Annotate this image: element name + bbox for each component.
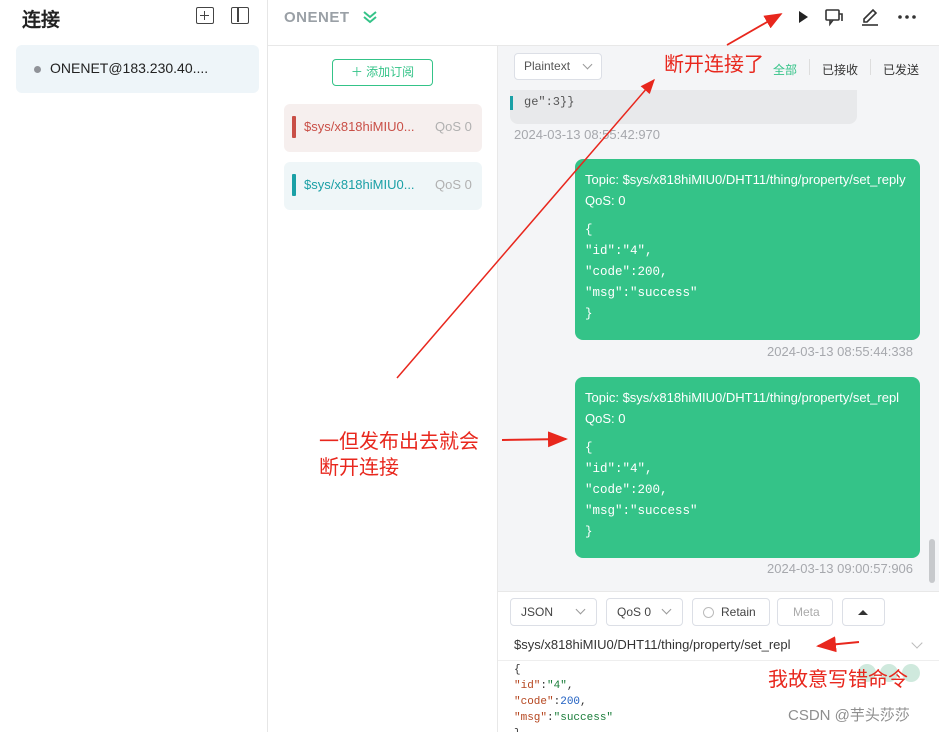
- filter-divider: [809, 59, 810, 75]
- payload-format-select[interactable]: JSON: [510, 598, 597, 626]
- message-timestamp: 2024-03-13 09:00:57:906: [767, 561, 914, 576]
- payload-line: }: [514, 728, 521, 732]
- sent-message-payload: { "id":"4", "code":200, "msg":"success" …: [585, 441, 698, 539]
- connection-item[interactable]: ONENET@183.230.40....: [16, 45, 259, 93]
- sidebar-header: 连接: [0, 0, 268, 34]
- chevron-down-icon[interactable]: [911, 637, 923, 649]
- subscription-color-bar: [292, 116, 296, 138]
- sent-message: Topic: $sys/x818hiMIU0/DHT11/thing/prope…: [575, 159, 920, 340]
- format-select[interactable]: Plaintext: [514, 53, 602, 80]
- chevron-down-icon: [582, 59, 593, 70]
- subscription-item[interactable]: $sys/x818hiMIU0... QoS 0: [284, 104, 482, 152]
- payload-format-value: JSON: [521, 605, 554, 619]
- watermark: CSDN @芋头莎莎: [788, 707, 910, 724]
- subscription-color-bar: [292, 174, 296, 196]
- publish-topic-input[interactable]: $sys/x818hiMIU0/DHT11/thing/property/set…: [514, 637, 791, 652]
- annotation-wrong-command: 我故意写错命令: [768, 669, 908, 691]
- connection-title: ONENET: [284, 9, 350, 26]
- received-payload: ge":3}}: [524, 95, 575, 109]
- sent-message-topic: Topic: $sys/x818hiMIU0/DHT11/thing/prope…: [585, 172, 906, 208]
- filter-sent-tab[interactable]: 已发送: [883, 61, 919, 78]
- message-scrollbar[interactable]: [929, 539, 935, 583]
- meta-label: Meta: [793, 605, 820, 619]
- subscription-topic: $sys/x818hiMIU0...: [304, 119, 415, 134]
- add-subscription-label: 添加订阅: [366, 65, 415, 79]
- chevron-down-icon: [575, 604, 586, 615]
- add-connection-icon[interactable]: [196, 7, 214, 24]
- play-icon[interactable]: [792, 6, 814, 28]
- payload-key: "msg": [514, 712, 548, 724]
- chevrons-down-icon[interactable]: [362, 9, 378, 25]
- filter-received-tab[interactable]: 已接收: [822, 61, 858, 78]
- expand-button[interactable]: [842, 598, 885, 626]
- connection-status-dot: [34, 66, 41, 73]
- message-timestamp: 2024-03-13 08:55:44:338: [767, 344, 914, 359]
- payload-key: "code": [514, 696, 554, 708]
- toggle-layout-icon[interactable]: [231, 7, 249, 24]
- format-select-value: Plaintext: [524, 59, 571, 73]
- subscription-item[interactable]: $sys/x818hiMIU0... QoS 0: [284, 162, 482, 210]
- payload-value: "success": [553, 712, 614, 724]
- annotation-line: 一但发布出去就会: [319, 431, 479, 453]
- qos-value: QoS 0: [617, 605, 652, 619]
- mqttx-app: 连接 ONENET@183.230.40.... ONENET ＋ 添加订阅 $…: [0, 0, 939, 732]
- payload-line: {: [514, 664, 521, 676]
- sent-message-payload: { "id":"4", "code":200, "msg":"success" …: [585, 223, 698, 321]
- retain-radio[interactable]: [703, 607, 714, 618]
- plus-icon: ＋: [350, 65, 367, 79]
- received-color-bar: [510, 96, 513, 110]
- publish-payload-editor[interactable]: { "id":"4", "code":200, "msg":"success" …: [514, 662, 613, 732]
- add-subscription-button[interactable]: ＋ 添加订阅: [332, 59, 433, 86]
- message-icon[interactable]: [823, 6, 845, 28]
- triangle-up-icon: [858, 610, 868, 615]
- more-icon[interactable]: [896, 6, 918, 28]
- message-list[interactable]: ge":3}} 2024-03-13 08:55:42:970 Topic: $…: [498, 46, 939, 591]
- subscription-topic: $sys/x818hiMIU0...: [304, 177, 415, 192]
- chevron-down-icon: [661, 604, 672, 615]
- filter-divider: [870, 59, 871, 75]
- received-message: ge":3}}: [510, 90, 857, 124]
- filter-all-tab[interactable]: 全部: [773, 61, 797, 78]
- annotation-disconnected: 断开连接了: [664, 54, 764, 76]
- payload-value: 200: [560, 696, 581, 708]
- retain-label: Retain: [721, 605, 756, 619]
- subscription-qos: QoS 0: [435, 177, 472, 192]
- annotation-line: 断开连接: [319, 457, 399, 479]
- publish-divider: [498, 660, 939, 661]
- connection-name: ONENET@183.230.40....: [50, 60, 209, 76]
- retain-toggle[interactable]: Retain: [692, 598, 770, 626]
- connection-header: ONENET: [268, 0, 939, 46]
- subscriptions-panel: ＋ 添加订阅 $sys/x818hiMIU0... QoS 0 $sys/x81…: [268, 46, 498, 732]
- message-timestamp: 2024-03-13 08:55:42:970: [514, 127, 661, 142]
- qos-select[interactable]: QoS 0: [606, 598, 683, 626]
- sidebar-title: 连接: [22, 10, 61, 31]
- meta-button[interactable]: Meta: [777, 598, 833, 626]
- connections-sidebar: 连接 ONENET@183.230.40....: [0, 0, 268, 732]
- sent-message-topic: Topic: $sys/x818hiMIU0/DHT11/thing/prope…: [585, 390, 900, 426]
- annotation-publish-disconnects: 一但发布出去就会 断开连接: [319, 429, 479, 481]
- edit-icon[interactable]: [859, 6, 881, 28]
- subscription-qos: QoS 0: [435, 119, 472, 134]
- payload-value: "4": [547, 680, 567, 692]
- payload-key: "id": [514, 680, 541, 692]
- sent-message: Topic: $sys/x818hiMIU0/DHT11/thing/prope…: [575, 377, 920, 558]
